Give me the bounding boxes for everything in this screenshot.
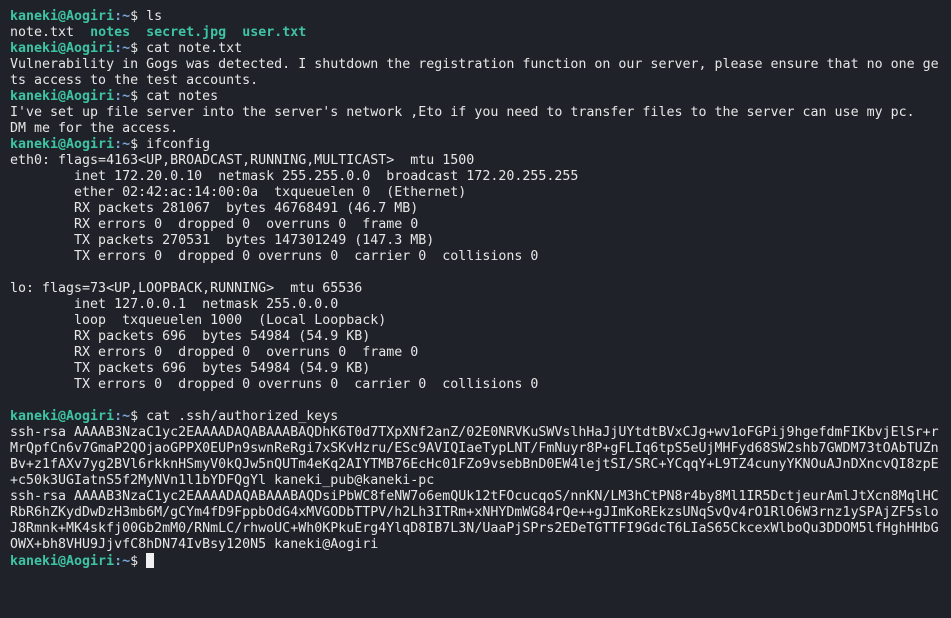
output-line: ssh-rsa AAAAB3NzaC1yc2EAAAADAQABAAABAQDh… <box>10 425 939 441</box>
command-text: cat .ssh/authorized_keys <box>146 409 339 424</box>
text-segment <box>130 25 146 40</box>
output-line: note.txt notes secret.jpg user.txt <box>10 25 939 41</box>
output-line: ssh-rsa AAAAB3NzaC1yc2EAAAADAQABAAABAQDs… <box>10 489 939 505</box>
text-segment: note.txt <box>10 25 91 40</box>
output-line: TX packets 696 bytes 54984 (54.9 KB) <box>10 361 939 377</box>
output-text: Vulnerability in Gogs was detected. I sh… <box>10 57 939 72</box>
prompt-symbol: $ <box>130 41 147 56</box>
prompt-user: kaneki@Aogiri <box>10 554 115 569</box>
output-line: RX packets 281067 bytes 46768491 (46.7 M… <box>10 201 939 217</box>
prompt-path: :~ <box>114 409 131 424</box>
output-line: Vulnerability in Gogs was detected. I sh… <box>10 57 939 73</box>
output-text: TX packets 270531 bytes 147301249 (147.3… <box>10 233 435 248</box>
output-line: MrQpfCn6v7GmaP2QOjaoGPPX0EUPn9swnReRgi7x… <box>10 441 939 457</box>
text-segment <box>226 25 242 40</box>
output-line: TX errors 0 dropped 0 overruns 0 carrier… <box>10 377 939 393</box>
prompt-path: :~ <box>114 137 131 152</box>
output-text: inet 127.0.0.1 netmask 255.0.0.0 <box>10 297 339 312</box>
prompt-path: :~ <box>114 9 131 24</box>
output-text: RX errors 0 dropped 0 overruns 0 frame 0 <box>10 217 419 232</box>
output-text: +c50k3UGIatnS5f2MyNVn1l1bYDFQgYl kaneki_… <box>10 473 435 488</box>
output-text: I've set up file server into the server'… <box>10 105 915 120</box>
output-line: TX packets 270531 bytes 147301249 (147.3… <box>10 233 939 249</box>
output-line: DM me for the access. <box>10 121 939 137</box>
output-text: eth0: flags=4163<UP,BROADCAST,RUNNING,MU… <box>10 153 475 168</box>
prompt-symbol: $ <box>130 137 147 152</box>
output-text: Bv+z1fAXv7yg2BVl6rkknHSmyV0kQJw5nQUTm4eK… <box>10 457 939 472</box>
output-text: RX packets 696 bytes 54984 (54.9 KB) <box>10 329 371 344</box>
prompt-user: kaneki@Aogiri <box>10 409 115 424</box>
prompt-user: kaneki@Aogiri <box>10 89 115 104</box>
prompt-path: :~ <box>114 89 131 104</box>
output-text: RbR6hZKydDwDzH3mb6M/gCYm4fD9FppbOdG4xMVG… <box>10 505 939 520</box>
output-text: TX errors 0 dropped 0 overruns 0 carrier… <box>10 249 539 264</box>
output-text: TX packets 696 bytes 54984 (54.9 KB) <box>10 361 371 376</box>
prompt-path: :~ <box>114 554 131 569</box>
output-text: DM me for the access. <box>10 121 179 136</box>
output-text: RX packets 281067 bytes 46768491 (46.7 M… <box>10 201 419 216</box>
output-line: ts access to the test accounts. <box>10 73 939 89</box>
output-line: TX errors 0 dropped 0 overruns 0 carrier… <box>10 249 939 265</box>
output-line: loop txqueuelen 1000 (Local Loopback) <box>10 313 939 329</box>
command-text: cat note.txt <box>146 41 243 56</box>
output-text: RX errors 0 dropped 0 overruns 0 frame 0 <box>10 345 419 360</box>
command-text: ifconfig <box>146 137 211 152</box>
output-line: +c50k3UGIatnS5f2MyNVn1l1bYDFQgYl kaneki_… <box>10 473 939 489</box>
command-line: kaneki@Aogiri:~$ <box>10 553 939 569</box>
prompt-symbol: $ <box>130 409 147 424</box>
prompt-user: kaneki@Aogiri <box>10 9 115 24</box>
command-line: kaneki@Aogiri:~$ cat notes <box>10 89 939 105</box>
output-line: lo: flags=73<UP,LOOPBACK,RUNNING> mtu 65… <box>10 281 939 297</box>
command-text: ls <box>146 9 163 24</box>
output-text: ts access to the test accounts. <box>10 73 259 88</box>
prompt-symbol: $ <box>130 554 147 569</box>
output-line: RbR6hZKydDwDzH3mb6M/gCYm4fD9FppbOdG4xMVG… <box>10 505 939 521</box>
prompt-path: :~ <box>114 41 131 56</box>
prompt-symbol: $ <box>130 9 147 24</box>
output-text: ssh-rsa AAAAB3NzaC1yc2EAAAADAQABAAABAQDs… <box>10 489 939 504</box>
text-cursor[interactable] <box>146 553 155 568</box>
output-text: MrQpfCn6v7GmaP2QOjaoGPPX0EUPn9swnReRgi7x… <box>10 441 939 456</box>
command-text: cat notes <box>146 89 219 104</box>
prompt-user: kaneki@Aogiri <box>10 41 115 56</box>
output-line: eth0: flags=4163<UP,BROADCAST,RUNNING,MU… <box>10 153 939 169</box>
command-line: kaneki@Aogiri:~$ cat .ssh/authorized_key… <box>10 409 939 425</box>
prompt-user: kaneki@Aogiri <box>10 137 115 152</box>
file-name: user.txt <box>242 25 307 40</box>
output-line: inet 127.0.0.1 netmask 255.0.0.0 <box>10 297 939 313</box>
command-line: kaneki@Aogiri:~$ ifconfig <box>10 137 939 153</box>
output-line: ether 02:42:ac:14:00:0a txqueuelen 0 (Et… <box>10 185 939 201</box>
output-line: RX packets 696 bytes 54984 (54.9 KB) <box>10 329 939 345</box>
output-text: J8Rmnk+MK4skfj00Gb2mM0/RNmLC/rhwoUC+Wh0K… <box>10 521 939 536</box>
output-text: TX errors 0 dropped 0 overruns 0 carrier… <box>10 377 539 392</box>
command-line: kaneki@Aogiri:~$ ls <box>10 9 939 25</box>
prompt-symbol: $ <box>130 89 147 104</box>
terminal-output: kaneki@Aogiri:~$ ls note.txt notes secret… <box>10 9 939 569</box>
output-line: RX errors 0 dropped 0 overruns 0 frame 0 <box>10 217 939 233</box>
output-text: loop txqueuelen 1000 (Local Loopback) <box>10 313 387 328</box>
output-line: RX errors 0 dropped 0 overruns 0 frame 0 <box>10 345 939 361</box>
output-text: inet 172.20.0.10 netmask 255.255.0.0 bro… <box>10 169 579 184</box>
command-line: kaneki@Aogiri:~$ cat note.txt <box>10 41 939 57</box>
output-line: J8Rmnk+MK4skfj00Gb2mM0/RNmLC/rhwoUC+Wh0K… <box>10 521 939 537</box>
terminal-window[interactable]: kaneki@Aogiri:~$ ls note.txt notes secret… <box>0 0 951 618</box>
output-line: I've set up file server into the server'… <box>10 105 939 121</box>
output-line: OWX+bh8VHU9JjvfC8hDN74IvBsy120N5 kaneki@… <box>10 537 939 553</box>
output-text: ssh-rsa AAAAB3NzaC1yc2EAAAADAQABAAABAQDh… <box>10 425 939 440</box>
file-name: secret.jpg <box>146 25 227 40</box>
output-text: ether 02:42:ac:14:00:0a txqueuelen 0 (Et… <box>10 185 467 200</box>
output-text: lo: flags=73<UP,LOOPBACK,RUNNING> mtu 65… <box>10 281 363 296</box>
output-line: inet 172.20.0.10 netmask 255.255.0.0 bro… <box>10 169 939 185</box>
output-line: Bv+z1fAXv7yg2BVl6rkknHSmyV0kQJw5nQUTm4eK… <box>10 457 939 473</box>
file-name: notes <box>90 25 131 40</box>
output-text: OWX+bh8VHU9JjvfC8hDN74IvBsy120N5 kaneki@… <box>10 537 379 552</box>
